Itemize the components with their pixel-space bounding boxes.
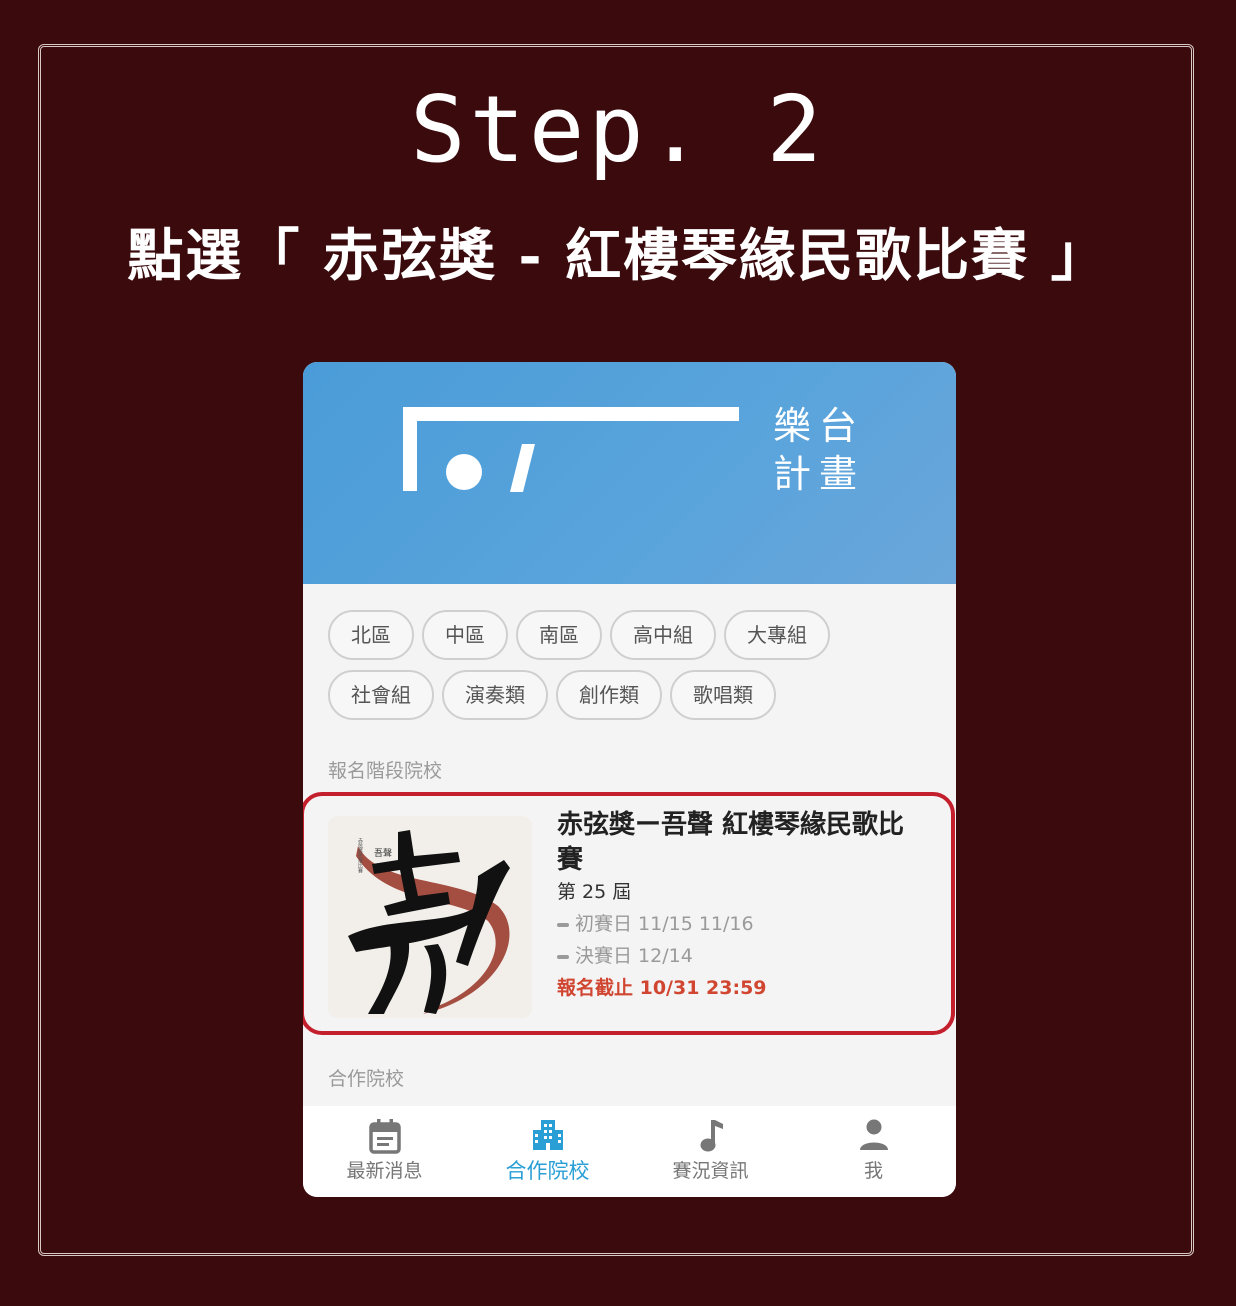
nav-profile-label: 我 bbox=[863, 1160, 883, 1182]
filter-chip-row: 北區 中區 南區 高中組 大專組 bbox=[328, 610, 938, 660]
app-screenshot: 樂台 計畫 北區 中區 南區 高中組 大專組 社會組 演奏類 創作類 歌唱類 報… bbox=[303, 362, 956, 1197]
instruction-text: 點選「 赤弦獎 - 紅樓琴緣民歌比賽 」 bbox=[127, 223, 1109, 289]
app-header-banner: 樂台 計畫 bbox=[303, 362, 956, 584]
nav-competition-info[interactable]: 賽況資訊 bbox=[629, 1106, 792, 1197]
chip-central[interactable]: 中區 bbox=[422, 610, 508, 660]
logo-bar-top bbox=[403, 407, 739, 421]
chip-singing[interactable]: 歌唱類 bbox=[670, 670, 776, 720]
chip-songwriting[interactable]: 創作類 bbox=[556, 670, 662, 720]
nav-news-label: 最新消息 bbox=[346, 1160, 423, 1182]
section-registering-label: 報名階段院校 bbox=[328, 760, 443, 782]
nav-partner-schools-label: 合作院校 bbox=[505, 1159, 590, 1183]
chip-south[interactable]: 南區 bbox=[516, 610, 602, 660]
section-partners-label: 合作院校 bbox=[328, 1068, 405, 1090]
logo-dot bbox=[446, 454, 482, 490]
person-icon bbox=[858, 1118, 890, 1156]
chip-north[interactable]: 北區 bbox=[328, 610, 414, 660]
step-title: Step. 2 bbox=[410, 76, 826, 183]
nav-news[interactable]: 最新消息 bbox=[303, 1106, 466, 1197]
competition-card[interactable]: 吾聲 赤弦獎民歌比賽 赤弦獎ー吾聲 紅樓琴緣民歌比賽 第 25 屆 初賽日 11… bbox=[303, 792, 956, 1035]
nav-profile[interactable]: 我 bbox=[792, 1106, 955, 1197]
bottom-navigation: 最新消息 合作院校 賽況資訊 我 bbox=[303, 1106, 956, 1197]
music-note-icon bbox=[696, 1118, 726, 1158]
highlight-outline bbox=[303, 792, 955, 1035]
filter-chips: 北區 中區 南區 高中組 大專組 社會組 演奏類 創作類 歌唱類 bbox=[328, 610, 938, 730]
logo-text-line1: 樂台 bbox=[773, 404, 866, 448]
nav-partner-schools[interactable]: 合作院校 bbox=[466, 1106, 629, 1197]
chip-instrumental[interactable]: 演奏類 bbox=[442, 670, 548, 720]
filter-chip-row: 社會組 演奏類 創作類 歌唱類 bbox=[328, 670, 938, 720]
logo-slash bbox=[510, 444, 535, 492]
chip-high-school[interactable]: 高中組 bbox=[610, 610, 716, 660]
chip-college[interactable]: 大專組 bbox=[724, 610, 830, 660]
logo-bar-left bbox=[403, 407, 417, 491]
building-icon bbox=[531, 1118, 565, 1156]
chip-public[interactable]: 社會組 bbox=[328, 670, 434, 720]
nav-competition-info-label: 賽況資訊 bbox=[672, 1160, 749, 1182]
logo-text-line2: 計畫 bbox=[773, 452, 866, 496]
calendar-icon bbox=[368, 1118, 402, 1158]
logo-text: 樂台 計畫 bbox=[773, 402, 883, 498]
